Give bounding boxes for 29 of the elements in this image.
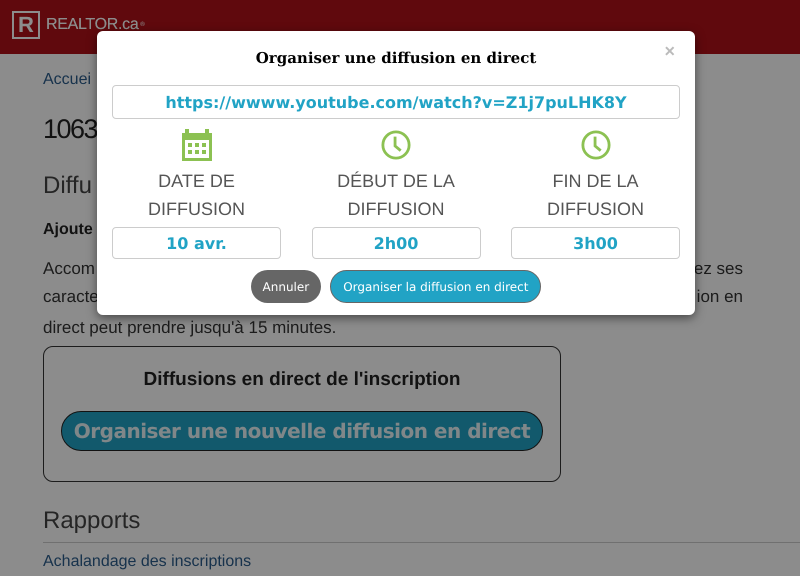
card-title: Diffusions en direct de l'inscription [144, 369, 460, 391]
field-label: FIN DE LA DIFFUSION [547, 170, 644, 221]
report-link[interactable]: Achalandage des inscriptions [43, 553, 252, 571]
logo-text[interactable]: REALTOR.ca [46, 16, 138, 34]
paragraph-text: Accom [43, 258, 95, 280]
field-label: DATE DE DIFFUSION [148, 170, 245, 221]
dialog-title: Organiser une diffusion en direct [256, 49, 536, 67]
cancel-button[interactable]: Annuler [250, 270, 322, 303]
new-livestream-button[interactable]: Organiser une nouvelle diffusion en direct [60, 411, 544, 451]
subheading: Ajoute [43, 221, 93, 239]
logo-icon[interactable]: R [12, 11, 40, 39]
page-title: 1063 [43, 113, 98, 146]
input-field[interactable]: 10 avr. [112, 227, 281, 259]
input-field[interactable]: 2h00 [312, 227, 480, 259]
input-field[interactable]: 3h00 [511, 227, 680, 259]
calendar-icon [182, 129, 212, 161]
breadcrumb-link[interactable]: Accuei [43, 71, 92, 89]
section-heading: Rapports [43, 506, 140, 536]
paragraph-text: direct peut prendre jusqu'à 15 minutes. [43, 317, 336, 339]
clock-icon [580, 129, 610, 161]
paragraph-text: caracte [43, 286, 99, 308]
schedule-button[interactable]: Organiser la diffusion en direct [330, 270, 542, 303]
close-button[interactable]: × [664, 41, 675, 62]
section-heading: Diffu [43, 171, 92, 201]
field-label: DÉBUT DE LA DIFFUSION [337, 170, 455, 221]
paragraph-text: ion en [696, 286, 743, 308]
clock-icon [381, 129, 411, 161]
url-field[interactable]: https://wwww.youtube.com/watch?v=Z1j7puLHK8Y [112, 85, 680, 119]
paragraph-text: ez ses [694, 258, 743, 280]
